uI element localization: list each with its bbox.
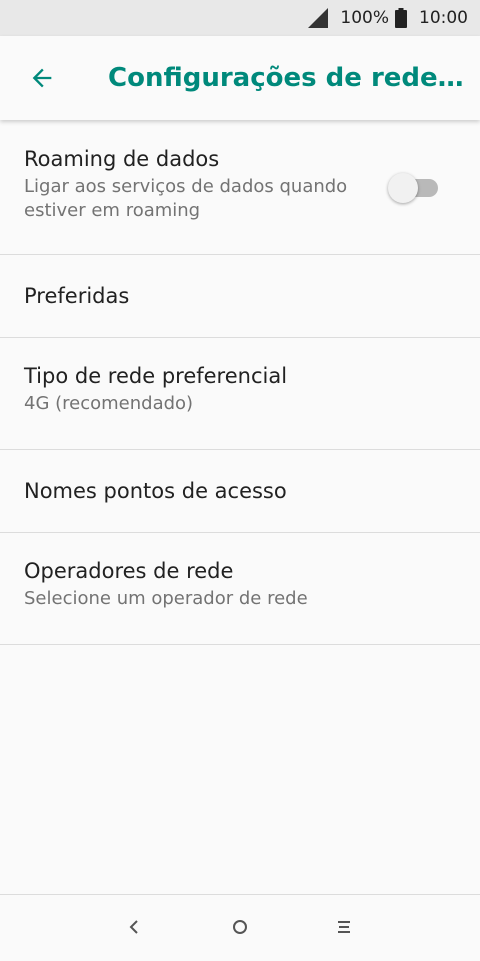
- battery-icon: [395, 8, 407, 28]
- nav-back-button[interactable]: [114, 907, 154, 947]
- setting-label: Tipo de rede preferencial: [24, 364, 288, 388]
- setting-data-roaming[interactable]: Roaming de dados Ligar aos serviços de d…: [0, 120, 480, 255]
- nav-home-button[interactable]: [220, 907, 260, 947]
- app-bar: Configurações de rede…: [0, 36, 480, 120]
- setting-preferred[interactable]: Preferidas: [0, 255, 480, 338]
- signal-icon: [308, 8, 329, 28]
- navigation-bar: [0, 894, 480, 961]
- menu-nav-icon: [338, 921, 350, 933]
- back-button[interactable]: [20, 56, 64, 100]
- setting-summary: Selecione um operador de rede: [24, 588, 308, 609]
- arrow-back-icon: [32, 68, 52, 88]
- toggle-thumb: [388, 173, 418, 203]
- setting-summary: Ligar aos serviços de dados quando estiv…: [24, 176, 348, 221]
- status-time: 10:00: [419, 8, 468, 28]
- setting-summary: 4G (recomendado): [24, 393, 194, 414]
- home-nav-icon: [233, 920, 247, 934]
- setting-label: Roaming de dados: [24, 147, 220, 171]
- setting-label: Preferidas: [24, 284, 130, 308]
- roaming-toggle[interactable]: [388, 172, 442, 204]
- back-nav-icon: [129, 920, 138, 934]
- settings-list: Roaming de dados Ligar aos serviços de d…: [0, 120, 480, 645]
- setting-label: Nomes pontos de acesso: [24, 479, 287, 503]
- setting-label: Operadores de rede: [24, 559, 234, 583]
- setting-network-operators[interactable]: Operadores de rede Selecione um operador…: [0, 533, 480, 645]
- setting-preferred-network-type[interactable]: Tipo de rede preferencial 4G (recomendad…: [0, 338, 480, 450]
- status-bar: 100% 10:00: [0, 0, 480, 36]
- nav-menu-button[interactable]: [324, 907, 364, 947]
- setting-access-point-names[interactable]: Nomes pontos de acesso: [0, 450, 480, 533]
- battery-percent: 100%: [340, 8, 389, 28]
- page-title: Configurações de rede…: [108, 63, 464, 93]
